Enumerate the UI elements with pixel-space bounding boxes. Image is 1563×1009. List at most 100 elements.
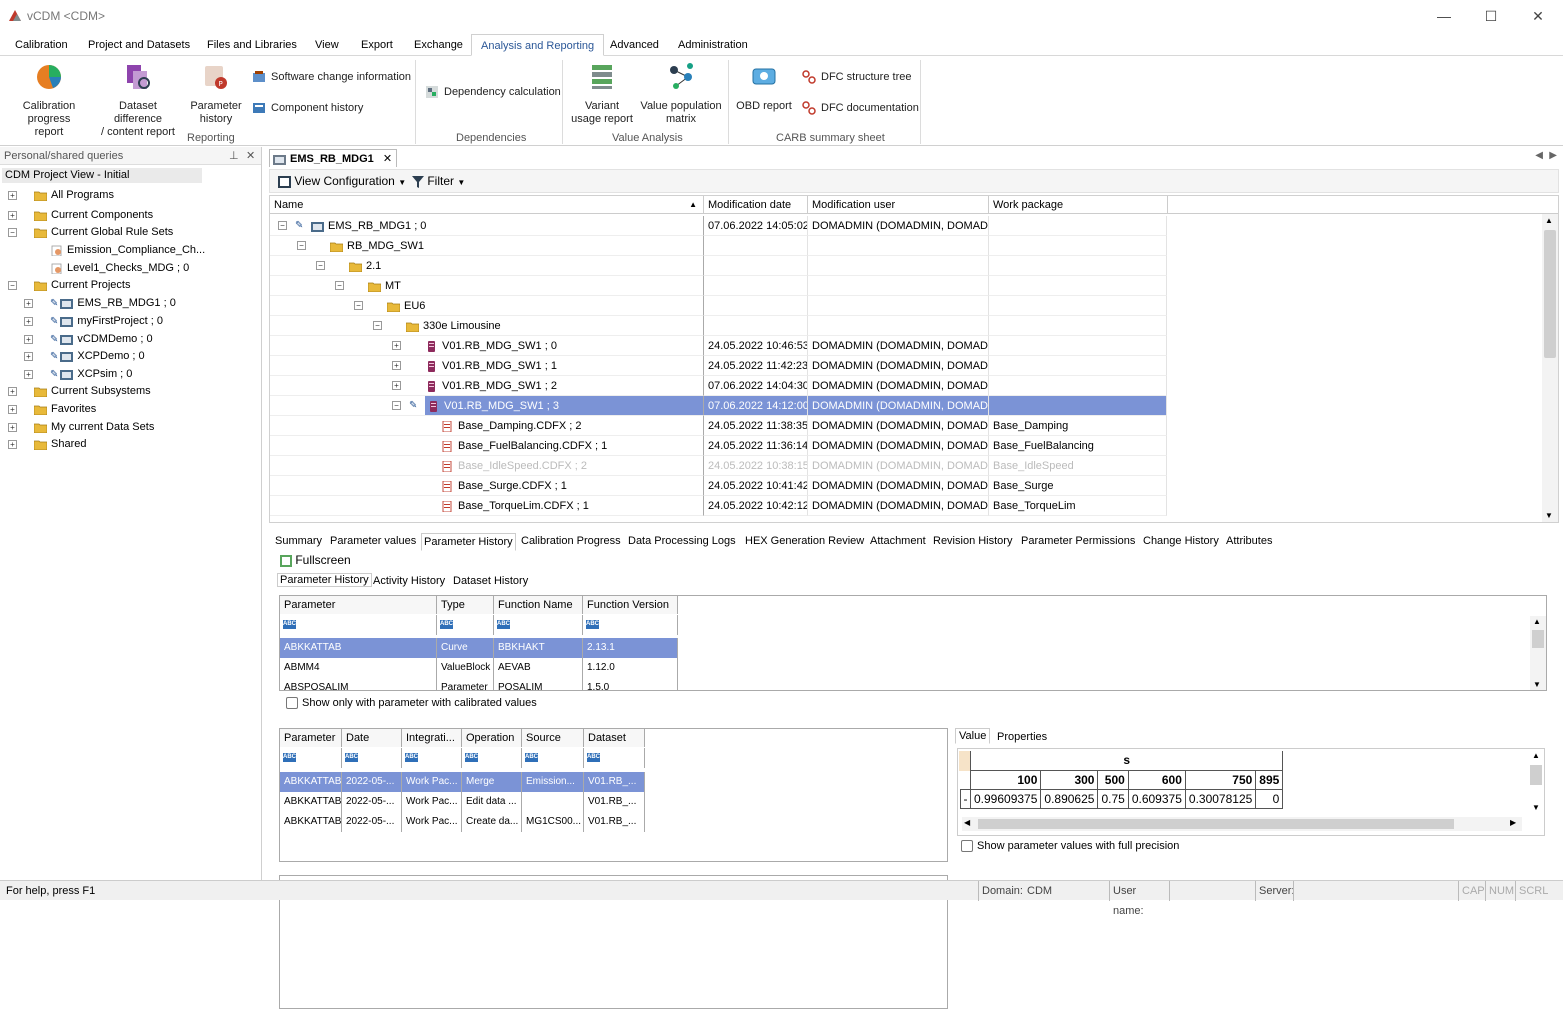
tab-attributes[interactable]: Attributes	[1224, 533, 1274, 549]
project-view-selector[interactable]: CDM Project View - Initial	[2, 168, 202, 183]
parameter-row[interactable]: ABSPOSALIM Parameter POSALIM 1.5.0	[280, 678, 678, 690]
minimize-button[interactable]: —	[1433, 6, 1455, 26]
fullscreen-button[interactable]: Fullscreen	[280, 553, 351, 567]
scroll-up-icon[interactable]: ▲	[1533, 617, 1541, 626]
column-source[interactable]: Source	[522, 729, 584, 747]
column-modification-user[interactable]: Modification user	[808, 196, 989, 214]
history-row[interactable]: ABKKATTAB 2022-05-... Work Pac... Create da…	[280, 812, 646, 832]
filter-source[interactable]: ABC	[522, 748, 584, 768]
curve-value[interactable]: 0.890625	[1040, 788, 1099, 809]
scroll-left-icon[interactable]: ◀	[1535, 150, 1543, 161]
grid-row[interactable]: − ✎ V01.RB_MDG_SW1 ; 3 07.06.2022 14:12:00 D…	[270, 396, 1167, 416]
curve-value[interactable]: 0.609375	[1127, 788, 1186, 809]
collapse-icon[interactable]: −	[297, 241, 306, 250]
scroll-right-icon[interactable]: ▶	[1549, 150, 1557, 161]
obd-report-button[interactable]: OBD report	[734, 62, 794, 113]
curve-value[interactable]: 0.99609375	[969, 788, 1042, 809]
expand-icon[interactable]: +	[8, 440, 17, 449]
tree-node[interactable]: Current Global Rule Sets	[34, 224, 173, 241]
expand-icon[interactable]: +	[8, 423, 17, 432]
collapse-icon[interactable]: −	[316, 261, 325, 270]
close-pane-icon[interactable]: ✕	[246, 147, 255, 165]
filter-function-name[interactable]: ABC	[494, 615, 583, 635]
x-axis-value[interactable]: 750	[1184, 769, 1257, 790]
dfc-structure-tree-button[interactable]: DFC structure tree	[802, 69, 911, 85]
tab-export[interactable]: Export	[359, 34, 395, 56]
grid-row[interactable]: Base_TorqueLim.CDFX ; 1 24.05.2022 10:42:…	[270, 496, 1167, 516]
expand-icon[interactable]: +	[8, 191, 17, 200]
scrollbar-thumb[interactable]	[978, 819, 1454, 829]
expand-icon[interactable]: +	[8, 387, 17, 396]
expand-icon[interactable]: +	[392, 381, 401, 390]
component-history-button[interactable]: Component history	[252, 100, 363, 116]
maximize-button[interactable]: ☐	[1480, 6, 1502, 26]
filter-date[interactable]: ABC	[342, 748, 402, 768]
software-change-information-button[interactable]: Software change information	[252, 69, 411, 85]
tab-analysis-and-reporting[interactable]: Analysis and Reporting	[471, 34, 605, 56]
tab-parameter-values[interactable]: Parameter values	[328, 533, 418, 549]
filter-operation[interactable]: ABC	[462, 748, 522, 768]
tree-node[interactable]: Favorites	[34, 401, 96, 418]
curve-value[interactable]: 0	[1255, 788, 1284, 809]
scroll-up-icon[interactable]: ▲	[1545, 216, 1553, 225]
x-axis-value[interactable]: 100	[969, 769, 1042, 790]
tree-node[interactable]: ✎ XCPsim ; 0	[50, 366, 132, 383]
parameter-row[interactable]: ABMM4 ValueBlock AEVAB 1.12.0	[280, 658, 678, 678]
column-name[interactable]: Name ▲	[270, 196, 704, 214]
collapse-icon[interactable]: −	[335, 281, 344, 290]
tab-summary[interactable]: Summary	[273, 533, 324, 549]
scroll-down-icon[interactable]: ▼	[1532, 803, 1540, 812]
param-scrollbar[interactable]: ▲ ▼	[1530, 616, 1546, 690]
tab-calibration[interactable]: Calibration	[13, 34, 70, 56]
x-axis-value[interactable]: 600	[1127, 769, 1186, 790]
grid-row[interactable]: + V01.RB_MDG_SW1 ; 0 24.05.2022 10:46:53 DO…	[270, 336, 1167, 356]
scrollbar-thumb[interactable]	[1530, 765, 1542, 785]
tab-properties[interactable]: Properties	[997, 731, 1047, 743]
filter-parameter[interactable]: ABC	[280, 615, 437, 635]
dataset-difference-button[interactable]: Dataset difference / content report	[94, 62, 182, 139]
value-hscrollbar[interactable]: ◀ ▶	[962, 817, 1522, 831]
tree-node[interactable]: ✎ EMS_RB_MDG1 ; 0	[50, 295, 176, 312]
tree-node[interactable]: ✎ vCDMDemo ; 0	[50, 331, 153, 348]
collapse-icon[interactable]: −	[354, 301, 363, 310]
close-button[interactable]: ✕	[1527, 6, 1549, 26]
scroll-left-icon[interactable]: ◀	[964, 818, 970, 827]
value-population-matrix-button[interactable]: Value population matrix	[640, 62, 722, 126]
tree-node[interactable]: My current Data Sets	[34, 419, 154, 436]
tree-node[interactable]: Shared	[34, 436, 86, 453]
x-axis-value[interactable]: 895	[1255, 769, 1284, 790]
column-integration[interactable]: Integrati...	[402, 729, 462, 747]
dfc-documentation-button[interactable]: DFC documentation	[802, 100, 919, 116]
filter-parameter[interactable]: ABC	[280, 748, 342, 768]
close-tab-icon[interactable]: ✕	[383, 153, 392, 165]
column-modification-date[interactable]: Modification date	[704, 196, 808, 214]
x-axis-value[interactable]: 500	[1097, 769, 1129, 790]
view-configuration-button[interactable]: View Configuration ▼	[278, 174, 406, 190]
grid-vertical-scrollbar[interactable]: ▲ ▼	[1542, 214, 1558, 522]
tree-node[interactable]: All Programs	[34, 187, 114, 204]
tree-node[interactable]: Current Components	[34, 207, 153, 224]
tree-node[interactable]: ✎ XCPDemo ; 0	[50, 348, 145, 365]
tab-parameter-permissions[interactable]: Parameter Permissions	[1019, 533, 1137, 549]
pin-icon[interactable]: ⊥	[229, 147, 239, 165]
expand-icon[interactable]: +	[24, 335, 33, 344]
scrollbar-thumb[interactable]	[1532, 630, 1544, 648]
filter-type[interactable]: ABC	[437, 615, 494, 635]
expand-icon[interactable]: +	[24, 317, 33, 326]
grid-row[interactable]: Base_FuelBalancing.CDFX ; 1 24.05.2022 11…	[270, 436, 1167, 456]
tab-data-processing-logs[interactable]: Data Processing Logs	[626, 533, 738, 549]
dependency-calculation-button[interactable]: Dependency calculation	[425, 84, 561, 100]
history-row[interactable]: ABKKATTAB 2022-05-... Work Pac... Edit data…	[280, 792, 646, 812]
tree-node[interactable]: Current Subsystems	[34, 383, 151, 400]
grid-row[interactable]: − RB_MDG_SW1	[270, 236, 1167, 256]
tab-revision-history[interactable]: Revision History	[931, 533, 1014, 549]
filter-integration[interactable]: ABC	[402, 748, 462, 768]
subtab-parameter-history[interactable]: Parameter History	[277, 573, 372, 587]
tab-administration[interactable]: Administration	[676, 34, 750, 56]
variant-usage-report-button[interactable]: Variant usage report	[568, 62, 636, 126]
scroll-down-icon[interactable]: ▼	[1545, 511, 1553, 520]
tab-project-and-datasets[interactable]: Project and Datasets	[86, 34, 192, 56]
tab-view[interactable]: View	[313, 34, 341, 56]
tab-calibration-progress[interactable]: Calibration Progress	[519, 533, 623, 549]
filter-function-version[interactable]: ABC	[583, 615, 678, 635]
